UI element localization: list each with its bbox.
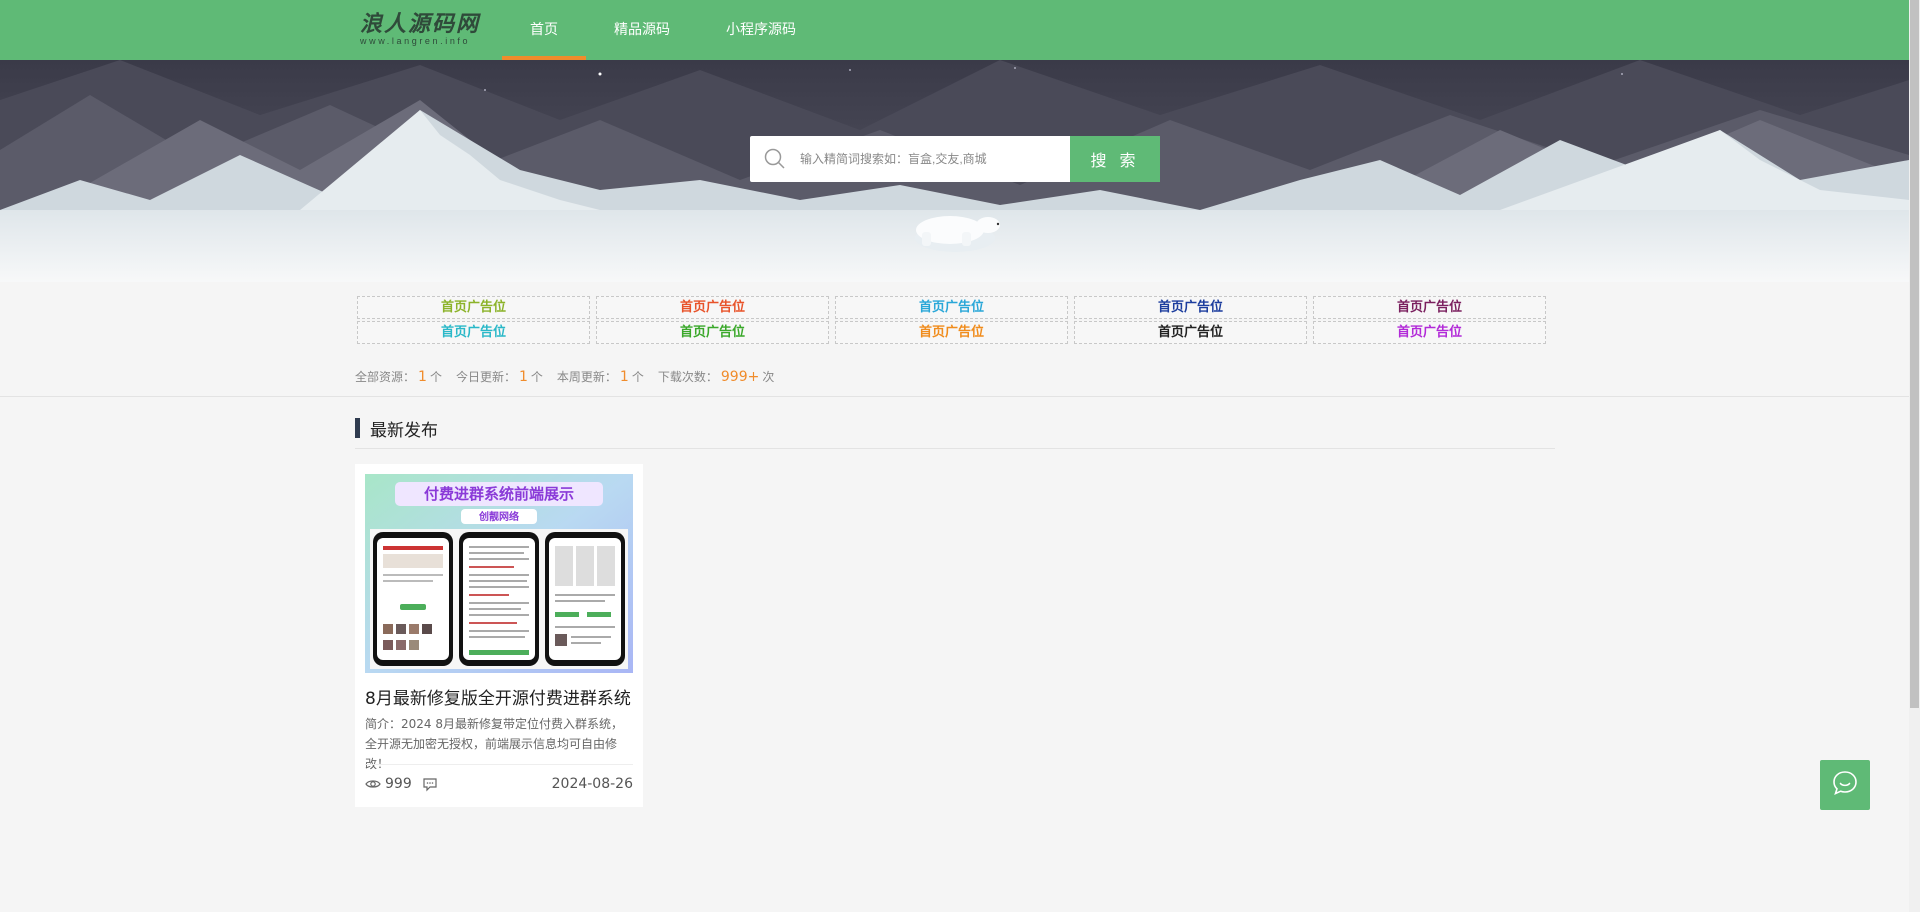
card-thumbnail[interactable]: 付费进群系统前端展示 创靓网络 (365, 474, 633, 673)
stat-week-value: 1 (619, 369, 629, 385)
chat-button[interactable] (1820, 760, 1870, 810)
search-bar: 搜 索 (750, 136, 1160, 182)
ad-slot[interactable]: 首页广告位 (596, 321, 829, 344)
stat-downloads: 下载次数： 999+ 次 (658, 368, 774, 385)
stat-week-label: 本周更新： (556, 370, 617, 384)
main-nav: 首页 精品源码 小程序源码 (502, 0, 824, 60)
stat-downloads-label: 下载次数： (657, 370, 718, 384)
ad-slot[interactable]: 首页广告位 (1313, 296, 1546, 319)
ad-slot[interactable]: 首页广告位 (1074, 321, 1307, 344)
ad-grid: 首页广告位 首页广告位 首页广告位 首页广告位 首页广告位 首页广告位 首页广告… (357, 296, 1549, 344)
card-divider (365, 764, 633, 765)
site-logo[interactable]: 浪人源码网 www.langren.info (360, 12, 480, 48)
page-scrollbar[interactable] (1909, 0, 1920, 912)
stat-total-label: 全部资源： (355, 370, 416, 384)
search-button[interactable]: 搜 索 (1070, 136, 1160, 182)
card-description: 简介：2024 8月最新修复带定位付费入群系统，全开源无加密无授权，前端展示信息… (365, 717, 623, 771)
thumbnail-image: 付费进群系统前端展示 创靓网络 (365, 474, 633, 673)
divider (0, 396, 1909, 397)
search-field[interactable] (750, 136, 1070, 182)
stat-today-label: 今日更新： (455, 370, 516, 384)
chat-bubble-icon (1831, 769, 1859, 801)
view-count: 999 (385, 776, 412, 792)
publish-date: 2024-08-26 (551, 776, 633, 792)
section-accent-bar (355, 418, 360, 438)
hero-banner: 搜 索 (0, 60, 1909, 282)
comment-icon[interactable] (422, 776, 438, 792)
card-title[interactable]: 8月最新修复版全开源付费进群系统 (365, 684, 633, 709)
stat-downloads-unit: 次 (762, 370, 775, 384)
stat-total-unit: 个 (429, 370, 442, 384)
stat-week-unit: 个 (631, 370, 644, 384)
nav-item-home[interactable]: 首页 (502, 0, 586, 60)
thumb-title: 付费进群系统前端展示 (424, 485, 574, 503)
stat-total-value: 1 (418, 369, 427, 385)
stat-total: 全部资源： 1 个 (355, 368, 442, 385)
stat-today-unit: 个 (530, 370, 543, 384)
ad-slot[interactable]: 首页广告位 (357, 296, 590, 319)
section-divider (355, 448, 1555, 449)
stat-week: 本周更新： 1 个 (557, 368, 644, 385)
nav-item-miniprogram-source[interactable]: 小程序源码 (698, 0, 824, 60)
scrollbar-thumb[interactable] (1910, 0, 1919, 708)
stat-today: 今日更新： 1 个 (456, 368, 543, 385)
site-stats: 全部资源： 1 个 今日更新： 1 个 本周更新： 1 个 下载次数： 999+ 次 (355, 368, 788, 385)
phone-mockup (373, 532, 453, 666)
stat-downloads-value: 999+ (720, 369, 760, 385)
eye-icon (365, 776, 381, 792)
phone-mockup (459, 532, 539, 666)
card-meta: 999 2024-08-26 (365, 776, 633, 792)
section-title: 最新发布 (370, 420, 438, 441)
phone-mockup (545, 532, 625, 666)
logo-domain: www.langren.info (360, 36, 471, 46)
ad-slot[interactable]: 首页广告位 (835, 296, 1068, 319)
logo-text: 浪人源码网 (360, 11, 481, 37)
top-navbar: 浪人源码网 www.langren.info 首页 精品源码 小程序源码 (0, 0, 1909, 60)
thumb-subtitle: 创靓网络 (478, 510, 519, 523)
ad-slot[interactable]: 首页广告位 (357, 321, 590, 344)
search-input[interactable] (800, 136, 1070, 182)
ad-slot[interactable]: 首页广告位 (1074, 296, 1307, 319)
ad-slot[interactable]: 首页广告位 (835, 321, 1068, 344)
nav-item-premium-source[interactable]: 精品源码 (586, 0, 698, 60)
resource-card[interactable]: 付费进群系统前端展示 创靓网络 8月最新修复版全开源付费进群系统 简介：2024… (355, 464, 643, 807)
ad-slot[interactable]: 首页广告位 (596, 296, 829, 319)
ad-slot[interactable]: 首页广告位 (1313, 321, 1546, 344)
section-heading: 最新发布 (355, 418, 438, 441)
search-icon (750, 136, 800, 182)
stat-today-value: 1 (518, 369, 528, 385)
